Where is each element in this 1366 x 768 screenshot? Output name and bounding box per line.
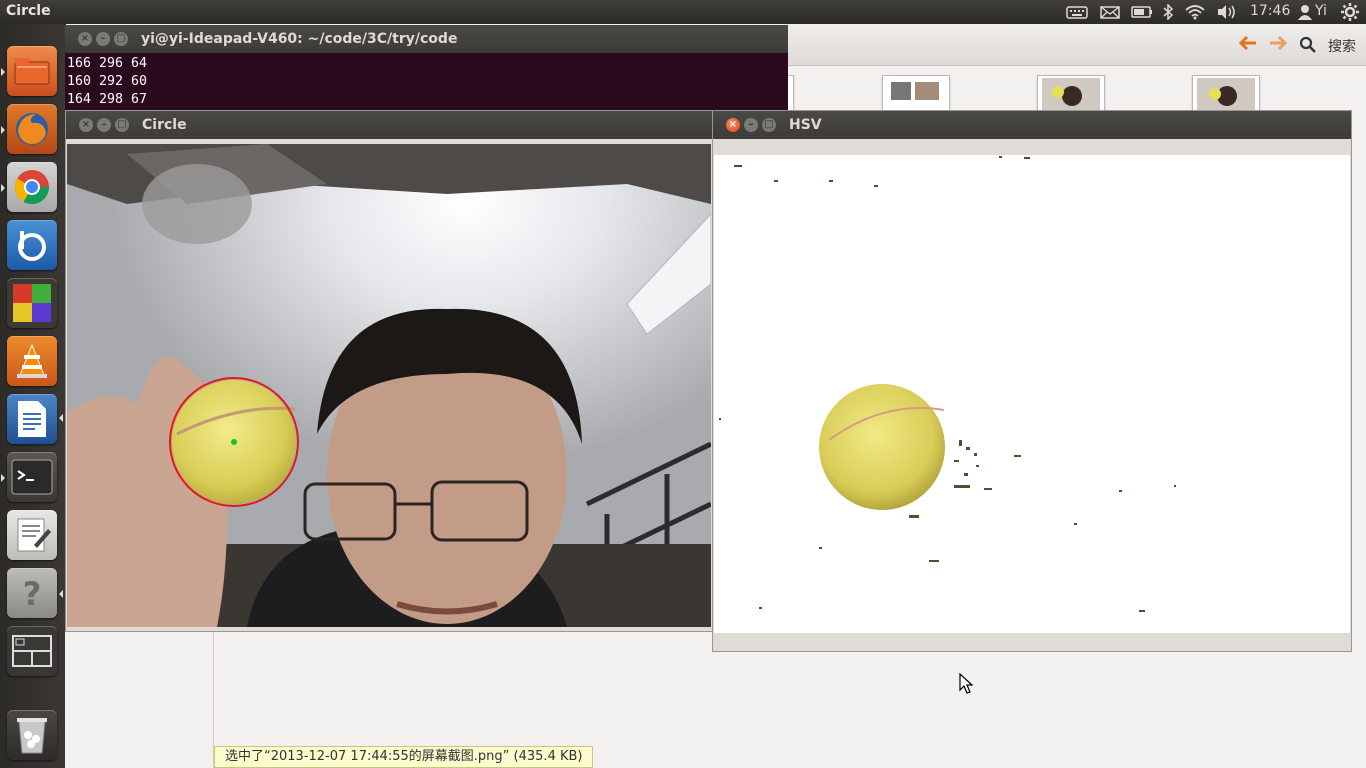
hsv-titlebar[interactable]: × – □ HSV xyxy=(713,111,1351,139)
circle-center-marker xyxy=(231,439,237,445)
maximize-icon[interactable]: □ xyxy=(114,32,128,46)
hsv-window-title: HSV xyxy=(789,117,822,133)
back-arrow-icon[interactable] xyxy=(1238,35,1258,55)
user-icon xyxy=(1298,4,1312,24)
writer-icon[interactable] xyxy=(7,394,57,444)
minimize-icon[interactable]: – xyxy=(96,32,110,46)
running-indicator xyxy=(1,474,5,482)
running-indicator xyxy=(1,184,5,192)
search-label[interactable]: 搜索 xyxy=(1328,36,1356,56)
bluetooth-icon[interactable] xyxy=(1162,3,1174,24)
terminal-title: yi@yi-Ideapad-V460: ~/code/3C/try/code xyxy=(141,31,458,47)
help-icon[interactable]: ? xyxy=(7,568,57,618)
trash-icon[interactable] xyxy=(7,710,57,760)
workspace-switcher-icon[interactable] xyxy=(7,626,57,676)
file-thumbnail[interactable] xyxy=(1192,75,1260,113)
svg-text:?: ? xyxy=(23,575,42,613)
cube-app-icon[interactable] xyxy=(7,278,57,328)
terminal-line: 164 298 67 xyxy=(67,92,148,107)
maximize-icon[interactable]: □ xyxy=(762,118,776,132)
bluefish-icon[interactable] xyxy=(7,220,57,270)
selection-status-bar: 选中了“2013-12-07 17:44:55的屏幕截图.png” (435.4… xyxy=(214,746,594,768)
terminal-line: 166 296 64 xyxy=(67,56,148,71)
webcam-image xyxy=(67,144,711,627)
top-panel: Circle 17:46 Yi xyxy=(0,0,1366,24)
search-icon[interactable] xyxy=(1299,36,1317,58)
terminal-output[interactable]: 166 296 64 160 292 60 164 298 67 xyxy=(67,55,147,109)
file-manager-toolbar: 搜索 xyxy=(788,25,1366,66)
hsv-mask-image xyxy=(714,155,1350,633)
files-icon[interactable] xyxy=(7,46,57,96)
minimize-icon[interactable]: – xyxy=(97,118,111,132)
user-name[interactable]: Yi xyxy=(1315,3,1327,19)
active-app-title: Circle xyxy=(6,3,51,19)
launcher: ? xyxy=(0,24,66,768)
forward-arrow-icon[interactable] xyxy=(1268,35,1288,55)
clock[interactable]: 17:46 xyxy=(1250,3,1290,19)
maximize-icon[interactable]: □ xyxy=(115,118,129,132)
gear-icon[interactable] xyxy=(1341,3,1359,25)
close-icon[interactable]: × xyxy=(726,118,740,132)
chrome-icon[interactable] xyxy=(7,162,57,212)
file-thumbnail[interactable] xyxy=(882,75,950,113)
file-manager-sidebar xyxy=(65,630,214,768)
wifi-icon[interactable] xyxy=(1184,4,1206,24)
keyboard-icon[interactable] xyxy=(1066,5,1088,23)
circle-window-title: Circle xyxy=(142,117,187,133)
running-indicator xyxy=(1,68,5,76)
circle-titlebar[interactable]: × – □ Circle xyxy=(66,111,712,139)
hsv-window[interactable]: × – □ HSV xyxy=(712,110,1352,652)
close-icon[interactable]: × xyxy=(78,32,92,46)
firefox-icon[interactable] xyxy=(7,104,57,154)
mouse-cursor-icon xyxy=(959,672,974,699)
close-icon[interactable]: × xyxy=(79,118,93,132)
terminal-line: 160 292 60 xyxy=(67,74,148,89)
running-indicator xyxy=(1,126,5,134)
camera-frame xyxy=(67,144,711,627)
file-thumbnail[interactable] xyxy=(1037,75,1105,113)
text-editor-icon[interactable] xyxy=(7,510,57,560)
running-indicator xyxy=(59,414,63,422)
vlc-icon[interactable] xyxy=(7,336,57,386)
terminal-icon[interactable] xyxy=(7,452,57,502)
terminal-titlebar[interactable]: × – □ yi@yi-Ideapad-V460: ~/code/3C/try/… xyxy=(65,25,788,53)
mail-icon[interactable] xyxy=(1100,5,1120,23)
volume-icon[interactable] xyxy=(1216,4,1238,24)
minimize-icon[interactable]: – xyxy=(744,118,758,132)
circle-window[interactable]: × – □ Circle xyxy=(65,110,713,632)
running-indicator xyxy=(59,590,63,598)
battery-icon[interactable] xyxy=(1131,5,1153,23)
